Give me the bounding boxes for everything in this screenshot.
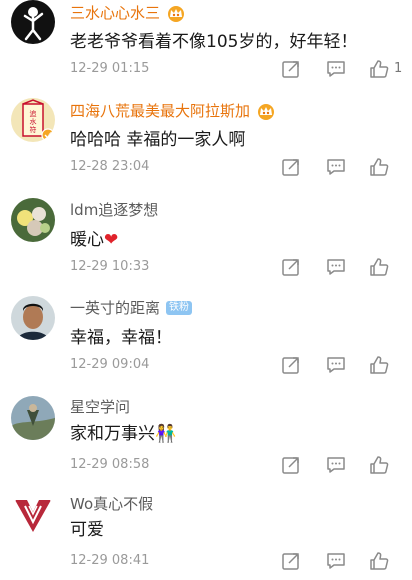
share-icon[interactable] bbox=[281, 551, 301, 571]
comment-time: 12-29 08:58 bbox=[70, 457, 150, 472]
share-icon[interactable] bbox=[281, 355, 301, 375]
crown-vip-icon bbox=[165, 4, 187, 22]
comment-icon[interactable] bbox=[326, 551, 346, 571]
username[interactable]: 星空学问 bbox=[70, 396, 130, 418]
avatar-text: 追 bbox=[30, 109, 37, 118]
avatar[interactable] bbox=[11, 396, 55, 440]
thumb-up-icon[interactable] bbox=[369, 355, 389, 375]
comment-text: 幸福，幸福！ bbox=[70, 328, 172, 348]
share-icon[interactable] bbox=[281, 455, 301, 475]
thumb-up-icon[interactable] bbox=[369, 257, 389, 277]
comment-text: 可爱 bbox=[70, 520, 104, 540]
avatar[interactable] bbox=[11, 492, 55, 536]
comment-time: 12-29 08:41 bbox=[70, 553, 150, 568]
comment-list: 三水心心水三 老老爷爷看着不像105岁的，好年轻！ 12-29 01:15 1 bbox=[0, 0, 412, 580]
couple-emoji: 👫 bbox=[155, 424, 177, 444]
username[interactable]: 四海八荒最美最大阿拉斯加 bbox=[70, 100, 250, 122]
comment-time: 12-29 10:33 bbox=[70, 259, 150, 274]
comment-text: 哈哈哈 幸福的一家人啊 bbox=[70, 130, 246, 150]
thumb-up-icon[interactable] bbox=[369, 551, 389, 571]
heart-emoji: ❤ bbox=[104, 230, 119, 250]
comment-text: 暖心❤ bbox=[70, 230, 119, 250]
share-icon[interactable] bbox=[281, 157, 301, 177]
thumb-up-icon[interactable] bbox=[369, 157, 389, 177]
comment-icon[interactable] bbox=[326, 157, 346, 177]
username[interactable]: Wo真心不假 bbox=[70, 493, 153, 515]
comment-icon[interactable] bbox=[326, 59, 346, 79]
avatar[interactable] bbox=[11, 296, 55, 340]
like-count: 1 bbox=[394, 61, 403, 76]
comment-text: 老老爷爷看着不像105岁的，好年轻！ bbox=[70, 32, 358, 52]
share-icon[interactable] bbox=[281, 59, 301, 79]
crown-vip-icon bbox=[255, 102, 277, 120]
avatar[interactable] bbox=[11, 198, 55, 242]
username[interactable]: ldm追逐梦想 bbox=[70, 199, 158, 221]
share-icon[interactable] bbox=[281, 257, 301, 277]
svg-text:符: 符 bbox=[30, 125, 37, 134]
thumb-up-icon[interactable] bbox=[369, 455, 389, 475]
comment-time: 12-29 09:04 bbox=[70, 357, 150, 372]
svg-text:水: 水 bbox=[30, 117, 37, 126]
fan-badge: 铁粉 bbox=[166, 301, 193, 315]
comment-time: 12-28 23:04 bbox=[70, 159, 150, 174]
comment-icon[interactable] bbox=[326, 355, 346, 375]
comment-time: 12-29 01:15 bbox=[70, 61, 150, 76]
thumb-up-icon[interactable] bbox=[369, 59, 389, 79]
comment-icon[interactable] bbox=[326, 455, 346, 475]
username[interactable]: 三水心心水三 bbox=[70, 2, 160, 24]
username[interactable]: 一英寸的距离 bbox=[70, 297, 160, 319]
avatar[interactable]: 追 水 符 bbox=[11, 98, 55, 142]
avatar[interactable] bbox=[11, 0, 55, 44]
comment-icon[interactable] bbox=[326, 257, 346, 277]
comment-text: 家和万事兴👫 bbox=[70, 424, 177, 444]
